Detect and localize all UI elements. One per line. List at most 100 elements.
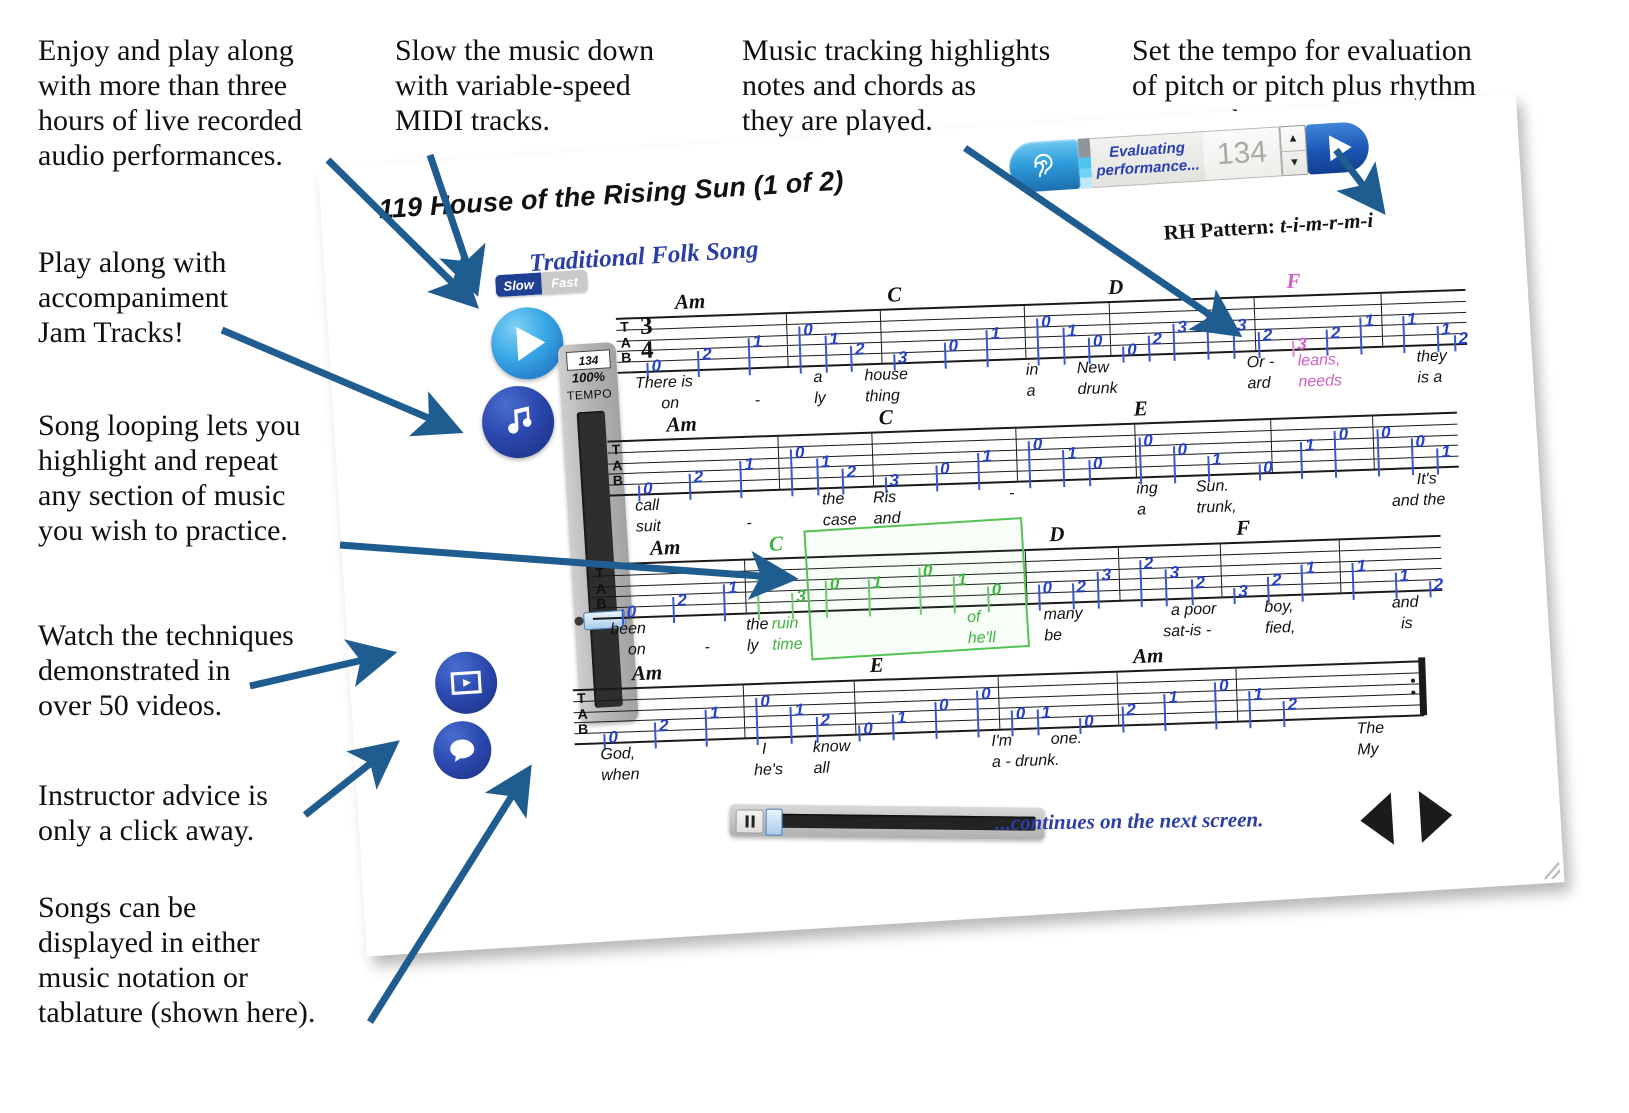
- tempo-stepper-down[interactable]: ▼: [1282, 150, 1307, 175]
- chord-symbol: C: [878, 404, 894, 430]
- lyric-syllable: a: [813, 368, 823, 387]
- tab-fret-number: 1: [727, 578, 738, 598]
- speed-toggle-slow[interactable]: Slow: [494, 272, 543, 298]
- tab-fret-number: 1: [1440, 319, 1451, 339]
- tab-fret-number: 3: [1177, 317, 1188, 337]
- pause-button[interactable]: [735, 809, 764, 834]
- tab-fret-number: 0: [1042, 577, 1053, 598]
- tab-fret-number: 2: [1143, 553, 1154, 573]
- tab-string-letter: T: [619, 318, 629, 335]
- tab-string-letter: T: [595, 564, 605, 581]
- instructor-advice-button[interactable]: [431, 719, 494, 781]
- app-screen-wrapper: 119 House of the Rising Sun (1 of 2) Tra…: [318, 93, 1565, 998]
- tab-fret-number: 1: [1211, 449, 1222, 469]
- tab-fret-number: 2: [701, 344, 712, 364]
- playback-handle[interactable]: [765, 808, 783, 836]
- lyric-syllable: boy,: [1264, 597, 1294, 616]
- lyric-syllable: -: [746, 514, 752, 532]
- tab-fret-number: 1: [1305, 558, 1316, 578]
- tab-fret-number: 1: [896, 707, 907, 727]
- tempo-stepper[interactable]: ▲ ▼: [1279, 124, 1309, 177]
- tab-fret-number: 1: [1399, 565, 1410, 585]
- jam-track-button[interactable]: [479, 383, 557, 461]
- lyric-syllable: been: [609, 620, 647, 639]
- lyric-syllable: I: [761, 740, 767, 758]
- evaluate-play-button[interactable]: [1305, 120, 1371, 175]
- video-button[interactable]: [433, 649, 500, 716]
- annotation-looping: Song looping lets you highlight and repe…: [38, 409, 301, 547]
- loop-highlight-box[interactable]: [803, 517, 1031, 661]
- lyric-syllable: Sun.: [1195, 477, 1230, 496]
- tab-fret-number: 0: [1218, 675, 1229, 696]
- tab-fret-number: 2: [693, 466, 704, 487]
- tab-fret-number: 2: [1125, 699, 1137, 719]
- resize-grip-icon[interactable]: [1543, 862, 1561, 880]
- lyric-syllable: know: [812, 737, 851, 757]
- tab-fret-number: 2: [1076, 576, 1087, 596]
- tab-fret-number: 0: [1380, 422, 1391, 443]
- lyric-syllable: on: [661, 394, 680, 413]
- tab-fret-number: 0: [1032, 434, 1043, 454]
- rh-pattern-label: RH Pattern: t-i-m-r-m-i: [1163, 208, 1374, 246]
- tab-fret-number: 0: [794, 442, 805, 463]
- tab-fret-number: 0: [1040, 311, 1052, 332]
- tab-fret-number: 2: [854, 339, 865, 359]
- tab-fret-number: 1: [1066, 443, 1077, 464]
- tempo-stepper-up[interactable]: ▲: [1280, 125, 1306, 152]
- speed-toggle-fast[interactable]: Fast: [540, 269, 589, 295]
- chord-symbol: Am: [631, 660, 663, 686]
- lyric-syllable: ly: [746, 637, 759, 655]
- chord-symbol: C: [886, 282, 902, 307]
- lyric-syllable: many: [1043, 605, 1083, 624]
- tab-string-letter: B: [596, 595, 607, 612]
- tempo-input[interactable]: 134: [1202, 126, 1283, 182]
- prev-arrow-icon[interactable]: [1358, 792, 1394, 847]
- ear-icon[interactable]: [1007, 138, 1081, 194]
- tab-fret-number: 2: [1287, 694, 1298, 714]
- app-screen: 119 House of the Rising Sun (1 of 2) Tra…: [318, 93, 1565, 957]
- annotation-jam: Play along with accompaniment Jam Tracks…: [38, 246, 228, 349]
- chord-symbol: C: [768, 531, 784, 556]
- lyric-syllable: God,: [600, 745, 636, 764]
- rh-pattern-value: t-i-m-r-m-i: [1279, 207, 1374, 238]
- lyric-syllable: and the: [1391, 491, 1446, 510]
- lyric-syllable: the: [745, 615, 769, 634]
- lyric-syllable: call: [634, 496, 660, 515]
- lyric-syllable: suit: [635, 517, 662, 536]
- tab-fret-number: 1: [709, 703, 720, 723]
- play-button[interactable]: [489, 305, 566, 382]
- chord-symbol: D: [1048, 521, 1065, 547]
- lyric-syllable: and: [1391, 593, 1419, 612]
- evaluation-tempo-bar[interactable]: Evaluating performance... 134 ▲ ▼: [1007, 120, 1371, 194]
- chord-symbol: Am: [649, 534, 681, 560]
- speed-toggle[interactable]: Slow Fast: [494, 269, 589, 298]
- tab-fret-number: 2: [1195, 572, 1206, 592]
- tab-string-letter: A: [620, 333, 632, 351]
- tab-fret-number: 1: [1440, 441, 1452, 461]
- lyric-syllable: they: [1416, 347, 1448, 366]
- tab-fret-number: 0: [759, 691, 771, 711]
- annotation-videos: Watch the techniques demonstrated in ove…: [38, 619, 294, 722]
- chord-symbol: D: [1107, 274, 1124, 300]
- chord-symbol: Am: [666, 411, 698, 437]
- tab-fret-number: 0: [1083, 711, 1094, 731]
- lyric-syllable: ruin: [771, 614, 799, 633]
- tab-fret-number: 2: [1271, 569, 1282, 590]
- tab-staff[interactable]: T A B Am E Am 0 2 1 0 1 2 0 1 0 0 0 1 0 2 1 0 1 2 God, Iknow I'm on…: [572, 643, 1428, 801]
- lyric-syllable: all: [813, 759, 830, 778]
- tab-fret-number: 0: [1415, 431, 1426, 452]
- lyric-syllable: be: [1043, 626, 1063, 645]
- annotation-audio: Enjoy and play along with more than thre…: [38, 34, 303, 172]
- next-arrow-icon[interactable]: [1418, 789, 1454, 843]
- tab-string-letter: T: [576, 689, 586, 707]
- lyric-syllable: ard: [1247, 374, 1271, 393]
- lyric-syllable: New: [1076, 359, 1110, 378]
- tab-fret-number: 0: [761, 566, 772, 586]
- tab-fret-number: 2: [1262, 325, 1273, 345]
- lyric-syllable: is a: [1417, 368, 1443, 387]
- tab-staff[interactable]: T A B 3 4 Am C D F 0 2 1 0 1 2 3 0 1 0 1 0 0 2 3 2 3 2 3 2 1 1 1 2 There …: [615, 269, 1469, 430]
- lyric-syllable: It's: [1416, 470, 1437, 489]
- tab-staff[interactable]: T A B Am C E 0 2 1 0 1 2 3 0 1 0 1 0 0 0 1 0 1 0 0 0 1 call the Ris - i…: [607, 396, 1460, 553]
- lyric-syllable: fied,: [1264, 618, 1296, 637]
- lyric-syllable: sat-is -: [1162, 621, 1212, 641]
